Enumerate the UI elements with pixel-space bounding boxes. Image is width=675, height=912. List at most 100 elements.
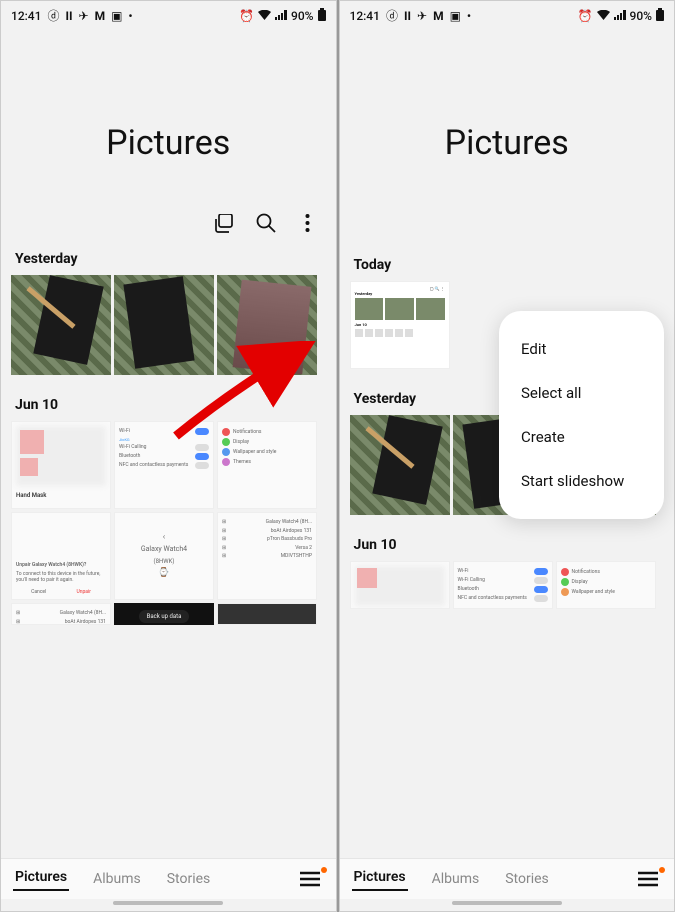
- tab-albums[interactable]: Albums: [91, 867, 143, 891]
- section-yesterday: Yesterday: [1, 251, 336, 275]
- battery-text: 90%: [630, 9, 652, 23]
- t: MDIVTSHTHP: [281, 553, 312, 560]
- t: Wi-Fi Calling: [458, 577, 485, 584]
- t: Galaxy Watch4: [119, 545, 209, 554]
- t: Bluetooth: [119, 453, 140, 460]
- status-bar: 12:41 ⓓ II ✈ M ▣ • ⏰ 90%: [1, 1, 336, 28]
- menu-item-select-all[interactable]: Select all: [499, 371, 664, 415]
- dnd-icon: ⓓ: [47, 7, 59, 24]
- signal-icon: [275, 9, 287, 23]
- menu-item-create[interactable]: Create: [499, 415, 664, 459]
- message-icon: ▣: [450, 9, 461, 23]
- telegram-icon: ✈: [417, 9, 427, 23]
- signal-icon: [614, 9, 626, 23]
- overflow-menu: Edit Select all Create Start slideshow: [499, 311, 664, 519]
- battery-text: 90%: [291, 9, 313, 23]
- t: boAt Airdopes 131: [65, 619, 106, 626]
- tab-albums[interactable]: Albums: [430, 867, 482, 891]
- section-jun10: Jun 10: [340, 537, 675, 561]
- grid-jun10-r2: Unpair Galaxy Watch4 (8HWK)? To connect …: [1, 512, 336, 600]
- screenshot-thumb[interactable]: ⊞ Galaxy Watch4 (8H... ⊞ boAt Airdopes 1…: [217, 512, 317, 600]
- annotation-arrow: [171, 341, 321, 441]
- t: Themes: [233, 459, 312, 466]
- search-icon[interactable]: [256, 213, 276, 233]
- menu-icon[interactable]: [296, 867, 324, 891]
- more-notif-icon: •: [467, 9, 471, 23]
- gmail-icon: M: [433, 9, 444, 23]
- tab-stories[interactable]: Stories: [165, 867, 213, 891]
- menu-item-edit[interactable]: Edit: [499, 327, 664, 371]
- status-time: 12:41: [350, 9, 380, 23]
- t: Galaxy Watch4 (8H...: [266, 519, 312, 526]
- gmail-icon: M: [95, 9, 106, 23]
- screenshot-thumb[interactable]: Hand Mask: [11, 421, 111, 509]
- t: Wi-Fi Calling: [119, 444, 146, 451]
- t: Wi-Fi: [119, 428, 130, 435]
- screenshot-thumb[interactable]: ⊞ Galaxy Watch4 (8H... ⊞ boAt Airdopes 1…: [11, 603, 111, 625]
- header: Pictures: [340, 28, 675, 213]
- menu-item-slideshow[interactable]: Start slideshow: [499, 459, 664, 503]
- t: Jun 10: [355, 322, 445, 327]
- t: Notifications: [572, 569, 651, 576]
- header: Pictures: [1, 28, 336, 213]
- action-row: [1, 213, 336, 251]
- pause-icon: II: [404, 9, 411, 23]
- thumb-label: Hand Mask: [16, 492, 106, 500]
- screenshot-thumb[interactable]: [217, 603, 317, 625]
- t: Unpair: [76, 589, 90, 596]
- t: To connect to this device in the future,…: [16, 571, 106, 584]
- t: Galaxy Watch4 (8H...: [60, 610, 106, 617]
- alarm-icon: ⏰: [239, 9, 254, 23]
- bottom-tabs: Pictures Albums Stories: [340, 858, 675, 899]
- photo-thumb[interactable]: [350, 415, 450, 515]
- home-indicator: [113, 901, 223, 905]
- wifi-icon: [597, 9, 610, 23]
- t: Wi-Fi: [458, 568, 469, 575]
- tab-pictures[interactable]: Pictures: [13, 865, 69, 891]
- screenshot-thumb[interactable]: Notifications Display Wallpaper and styl…: [556, 561, 656, 609]
- message-icon: ▣: [111, 9, 122, 23]
- t: Cancel: [31, 589, 46, 596]
- t: boAt Airdopes 131: [271, 528, 312, 535]
- bottom-tabs: Pictures Albums Stories: [1, 858, 336, 899]
- t: Unpair Galaxy Watch4 (8HWK)?: [16, 562, 106, 569]
- t: Display: [572, 579, 651, 586]
- screenshot-thumb[interactable]: Wi-Fi Wi-Fi Calling Bluetooth NFC and co…: [453, 561, 553, 609]
- photo-thumb[interactable]: [11, 275, 111, 375]
- screenshot-thumb[interactable]: Back up data: [114, 603, 214, 625]
- screenshot-left: 12:41 ⓓ II ✈ M ▣ • ⏰ 90%: [0, 0, 337, 912]
- dnd-icon: ⓓ: [386, 7, 398, 24]
- notification-dot-icon: [659, 867, 665, 873]
- t: NFC and contactless payments: [119, 462, 188, 469]
- battery-icon: [318, 8, 326, 24]
- more-icon[interactable]: [298, 213, 318, 233]
- telegram-icon: ✈: [79, 9, 89, 23]
- section-today: Today: [340, 257, 675, 281]
- grid-jun10: Wi-Fi Wi-Fi Calling Bluetooth NFC and co…: [340, 561, 675, 609]
- alarm-icon: ⏰: [578, 9, 593, 23]
- screenshot-thumb[interactable]: ‹ Galaxy Watch4 (8HWK) ⌚: [114, 512, 214, 600]
- layout-icon[interactable]: [214, 213, 234, 233]
- t: Back up data: [139, 610, 190, 623]
- more-notif-icon: •: [128, 9, 132, 23]
- tab-pictures[interactable]: Pictures: [352, 865, 408, 891]
- notification-dot-icon: [321, 867, 327, 873]
- tab-stories[interactable]: Stories: [503, 867, 551, 891]
- t: Yesterday: [355, 291, 445, 296]
- status-time: 12:41: [11, 9, 41, 23]
- menu-icon[interactable]: [634, 867, 662, 891]
- pause-icon: II: [65, 9, 72, 23]
- screenshot-thumb[interactable]: Unpair Galaxy Watch4 (8HWK)? To connect …: [11, 512, 111, 600]
- wifi-icon: [258, 9, 271, 23]
- home-indicator: [452, 901, 562, 905]
- screenshot-thumb[interactable]: ▢ 🔍 ⋮ Yesterday Jun 10: [350, 281, 450, 369]
- screenshot-thumb[interactable]: [350, 561, 450, 609]
- t: Versa 2: [295, 545, 312, 552]
- status-bar: 12:41 ⓓ II ✈ M ▣ • ⏰ 90%: [340, 1, 675, 28]
- t: Wallpaper and style: [233, 449, 312, 456]
- battery-icon: [656, 8, 664, 24]
- t: pTron Bassbuds Pro: [267, 536, 312, 543]
- t: NFC and contactless payments: [458, 595, 527, 602]
- grid-jun10-r3: ⊞ Galaxy Watch4 (8H... ⊞ boAt Airdopes 1…: [1, 603, 336, 625]
- t: Wallpaper and style: [572, 589, 651, 596]
